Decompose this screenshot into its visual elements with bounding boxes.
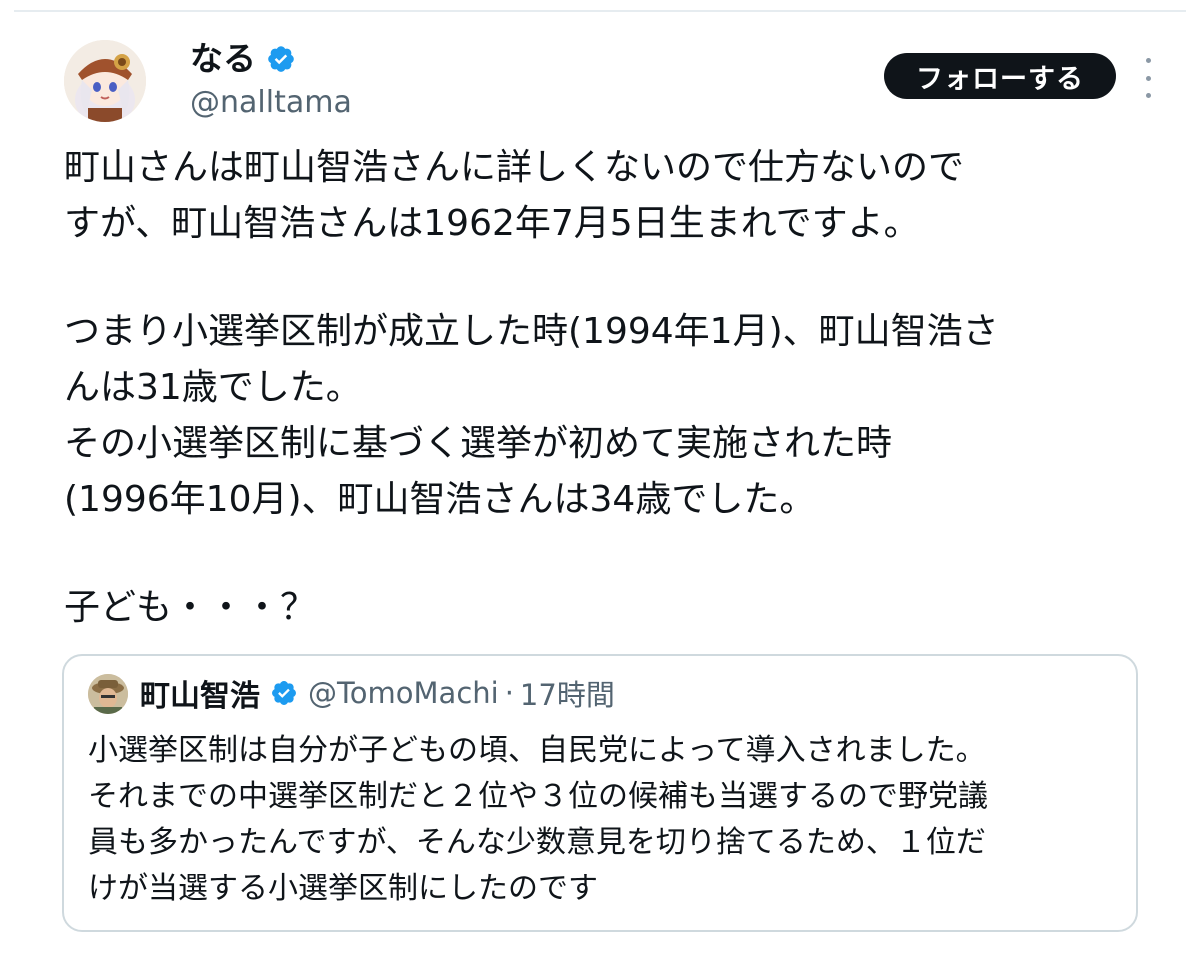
verified-badge-icon	[268, 46, 294, 72]
author-avatar[interactable]	[64, 40, 146, 122]
quote-author-handle[interactable]: @TomoMachi	[308, 676, 499, 710]
quote-header: 町山智浩 @TomoMachi · 17時間	[140, 670, 615, 716]
tweet-line: 子ども・・・？	[64, 587, 317, 628]
quote-line: 員も多かったんですが、そんな少数意見を切り捨てるため、１位だ	[88, 825, 986, 860]
more-dot	[1145, 93, 1151, 98]
quote-timestamp[interactable]: 17時間	[520, 672, 615, 714]
author-name-row[interactable]: なる	[190, 38, 296, 80]
tweet-line: つまり小選挙区制が成立した時(1994年1月)、町山智浩さ	[64, 311, 999, 352]
tweet-line: 町山さんは町山智浩さんに詳しくないので仕方ないので	[64, 147, 965, 188]
quote-author-name[interactable]: 町山智浩	[140, 671, 260, 715]
top-divider	[14, 10, 1186, 12]
quote-line: 小選挙区制は自分が子どもの頃、自民党によって導入されました。	[88, 733, 986, 768]
tweet-line: (1996年10月)、町山智浩さんは34歳でした。	[64, 479, 816, 520]
quote-line: それまでの中選挙区制だと２位や３位の候補も当選するので野党議	[88, 779, 988, 814]
author-name[interactable]: なる	[190, 38, 256, 80]
more-dot	[1145, 58, 1151, 63]
quote-line: けが当選する小選挙区制にしたのです	[88, 871, 598, 906]
tweet-line: すが、町山智浩さんは1962年7月5日生まれですよ。	[64, 203, 920, 244]
tweet-line: んは31歳でした。	[64, 367, 362, 408]
quote-text: 小選挙区制は自分が子どもの頃、自民党によって導入されました。 それまでの中選挙区…	[88, 728, 1118, 912]
quoted-tweet-card[interactable]: 町山智浩 @TomoMachi · 17時間 小選挙区制は自分が子どもの頃、自民…	[62, 654, 1138, 932]
author-handle[interactable]: @nalltama	[190, 84, 352, 122]
quote-separator: ·	[504, 676, 514, 710]
tweet-line: その小選挙区制に基づく選挙が初めて実施された時	[64, 423, 893, 464]
quote-author-avatar[interactable]	[88, 674, 128, 714]
follow-button[interactable]: フォローする	[884, 53, 1116, 99]
more-dot	[1145, 75, 1151, 81]
verified-badge-icon	[272, 681, 296, 705]
tweet-text: 町山さんは町山智浩さんに詳しくないので仕方ないので すが、町山智浩さんは1962…	[64, 140, 1164, 636]
more-vertical-icon[interactable]	[1140, 58, 1156, 98]
